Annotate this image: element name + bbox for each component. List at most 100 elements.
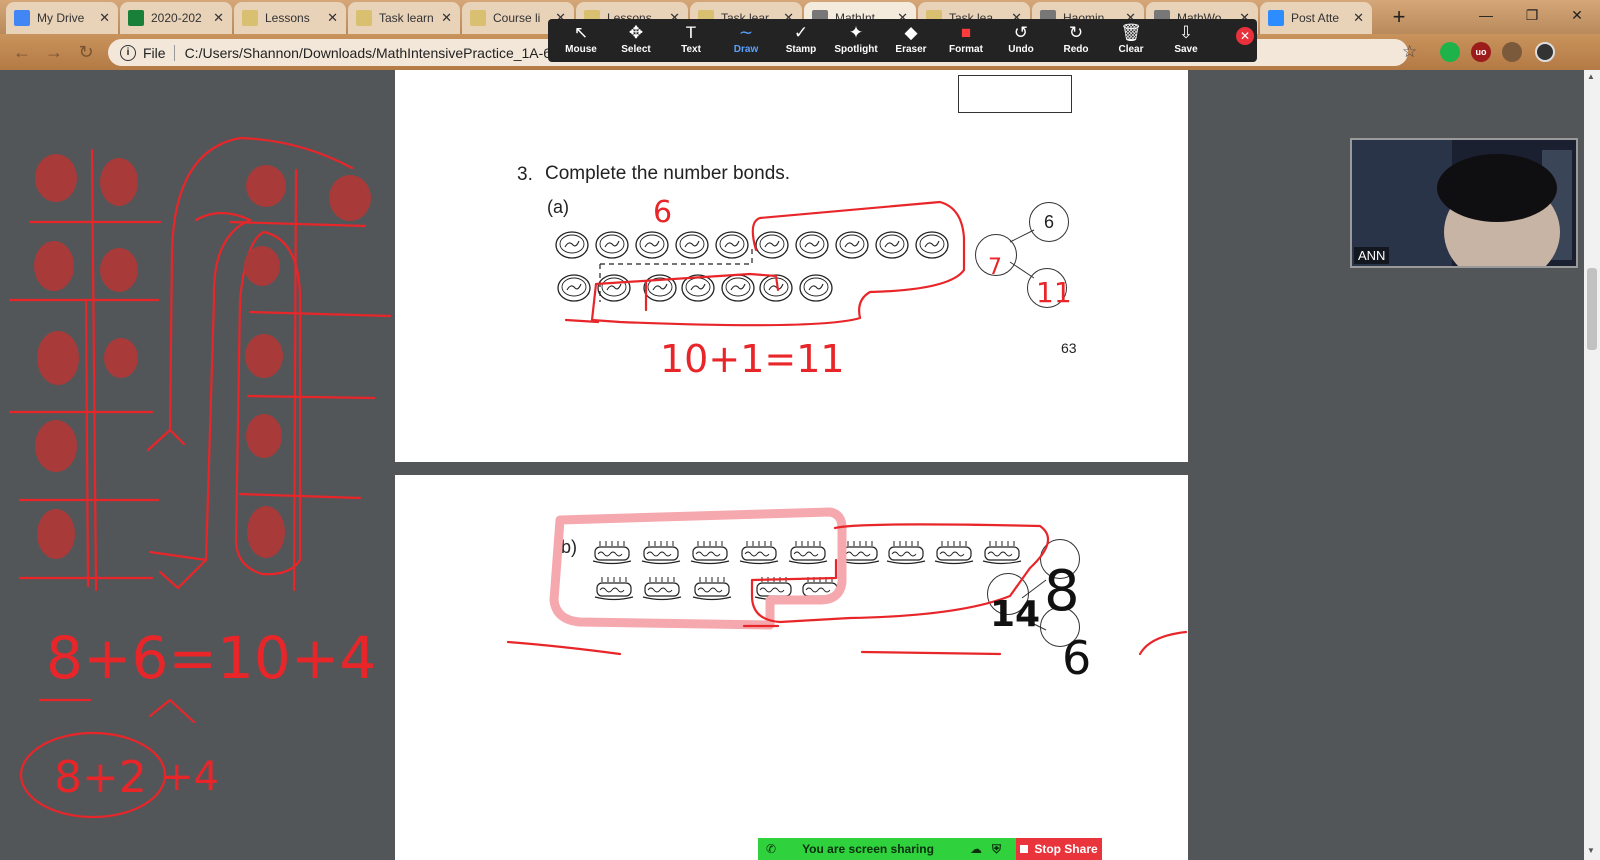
tool-format-button[interactable]: ■ Format <box>939 22 993 60</box>
sheets-icon <box>128 10 144 26</box>
annotation-toolbar: ↖ Mouse ✥ Select T Text ∼ Draw ✓ Stamp ✦ Spotlight ◆… <box>548 19 1257 62</box>
question-number: 3. <box>517 164 533 185</box>
url-text[interactable]: C:/Users/Shannon/Downloads/MathIntensive… <box>185 45 556 61</box>
ublock-icon[interactable]: uo <box>1471 42 1491 62</box>
tool-mouse-button[interactable]: ↖ Mouse <box>554 22 608 60</box>
answer-box <box>958 75 1072 113</box>
tab-11[interactable]: Post Atte ✕ <box>1260 2 1372 34</box>
tool-label: Spotlight <box>834 44 878 55</box>
bond-b-whole-circle <box>987 573 1029 615</box>
eq-underline-and-caret <box>38 698 196 724</box>
tab-close-icon[interactable]: ✕ <box>327 10 338 26</box>
course-icon <box>356 10 372 26</box>
bond-b-bottom-circle <box>1040 607 1080 647</box>
handwritten-left-equation: 8+6=10+4 <box>46 624 376 692</box>
tool-label: Format <box>949 44 983 55</box>
grid-left-col <box>84 148 98 592</box>
tab-close-icon[interactable]: ✕ <box>99 10 110 26</box>
phone-icon: ✆ <box>766 842 777 856</box>
close-window-button[interactable]: ✕ <box>1554 0 1600 32</box>
tool-label: Stamp <box>785 44 817 55</box>
bond-b-top-circle <box>1040 539 1080 579</box>
participant-name: ANN <box>1354 247 1390 264</box>
tab-label: Task learn <box>379 11 434 25</box>
tab-close-icon[interactable]: ✕ <box>441 10 452 26</box>
pdf-page-2: (b) <box>395 475 1188 860</box>
tab-close-icon[interactable]: ✕ <box>1353 10 1364 26</box>
minimize-button[interactable]: — <box>1463 0 1509 32</box>
tool-eraser-button[interactable]: ◆ Eraser <box>884 22 938 60</box>
stop-share-button[interactable]: Stop Share <box>1016 838 1102 860</box>
eraser-icon: ◆ <box>904 23 918 42</box>
clear-icon: 🗑 <box>1120 23 1142 42</box>
undo-icon: ↺ <box>1013 23 1029 42</box>
extension-puzzle-icon[interactable] <box>1502 42 1522 62</box>
scroll-up-icon[interactable]: ▲ <box>1587 72 1595 81</box>
new-tab-button[interactable]: + <box>1385 5 1413 31</box>
bond-a-whole-circle <box>975 234 1017 276</box>
tool-draw-button[interactable]: ∼ Draw <box>719 22 773 60</box>
extension-green-icon[interactable] <box>1440 42 1460 62</box>
tool-save-button[interactable]: ⇩ Save <box>1159 22 1213 60</box>
arrow-loop-1 <box>146 136 354 452</box>
bond-a-bottom-circle <box>1027 268 1067 308</box>
mouse-icon: ↖ <box>573 23 589 42</box>
tool-label: Redo <box>1063 44 1089 55</box>
stop-icon <box>1020 845 1029 853</box>
text-icon: T <box>685 23 697 42</box>
file-scheme-label: File <box>143 44 166 61</box>
redo-icon: ↻ <box>1068 23 1084 42</box>
drive-icon <box>14 10 30 26</box>
draw-icon: ∼ <box>738 23 754 42</box>
close-annotation-icon[interactable]: ✕ <box>1236 27 1254 45</box>
tool-select-button[interactable]: ✥ Select <box>609 22 663 60</box>
tab-label: 2020-202 <box>151 11 202 25</box>
tool-stamp-button[interactable]: ✓ Stamp <box>774 22 828 60</box>
address-separator <box>173 44 175 61</box>
participant-video[interactable]: ANN <box>1350 138 1578 268</box>
tool-label: Eraser <box>895 44 927 55</box>
tab-0[interactable]: My Drive ✕ <box>6 2 118 34</box>
bookmark-star-icon[interactable]: ☆ <box>1402 42 1417 62</box>
tool-spotlight-button[interactable]: ✦ Spotlight <box>829 22 883 60</box>
question-title: Complete the number bonds. <box>545 163 791 184</box>
tab-2[interactable]: Lessons ✕ <box>234 2 346 34</box>
tab-close-icon[interactable]: ✕ <box>213 10 224 26</box>
scrollbar[interactable]: ▲ ▼ <box>1584 70 1600 860</box>
tab-3[interactable]: Task learn ✕ <box>348 2 460 34</box>
tool-label: Draw <box>733 44 759 55</box>
screen-share-bar: ✆ You are screen sharing ☁ ⛨ Stop Share <box>758 838 1102 860</box>
tab-label: Post Atte <box>1291 11 1340 25</box>
tool-label: Undo <box>1008 44 1034 55</box>
sharing-status: ✆ You are screen sharing ☁ ⛨ <box>758 838 1016 860</box>
grid-left-rows <box>8 220 162 580</box>
tool-undo-button[interactable]: ↺ Undo <box>994 22 1048 60</box>
back-icon[interactable]: ← <box>10 41 34 63</box>
grid-right-rows <box>228 220 392 500</box>
tab-label: My Drive <box>37 11 85 25</box>
scroll-thumb[interactable] <box>1587 268 1597 350</box>
stamp-icon: ✓ <box>793 23 809 42</box>
tab-1[interactable]: 2020-202 ✕ <box>120 2 232 34</box>
sharing-status-text: You are screen sharing <box>802 842 934 856</box>
left-box-ellipse <box>19 731 167 819</box>
arrow-loop-2 <box>148 211 252 590</box>
grid-right-col <box>292 168 298 592</box>
info-icon[interactable]: i <box>120 44 136 61</box>
select-icon: ✥ <box>628 23 644 42</box>
course-icon <box>470 10 486 26</box>
tool-label: Mouse <box>565 44 597 55</box>
profile-avatar[interactable] <box>1535 42 1555 62</box>
maximize-button[interactable]: ❐ <box>1509 0 1555 32</box>
stop-share-label: Stop Share <box>1034 842 1098 856</box>
course-icon <box>242 10 258 26</box>
cloud-icon: ☁ <box>970 842 982 856</box>
scroll-down-icon[interactable]: ▼ <box>1587 846 1595 855</box>
pdf-page-1: 3. Complete the number bonds. (a) 6 63 <box>395 70 1188 462</box>
tool-clear-button[interactable]: 🗑 Clear <box>1104 22 1158 60</box>
reload-icon[interactable]: ↻ <box>74 41 98 63</box>
tool-redo-button[interactable]: ↻ Redo <box>1049 22 1103 60</box>
tool-text-button[interactable]: T Text <box>664 22 718 60</box>
spotlight-icon: ✦ <box>848 23 864 42</box>
forward-icon[interactable]: → <box>42 41 66 63</box>
